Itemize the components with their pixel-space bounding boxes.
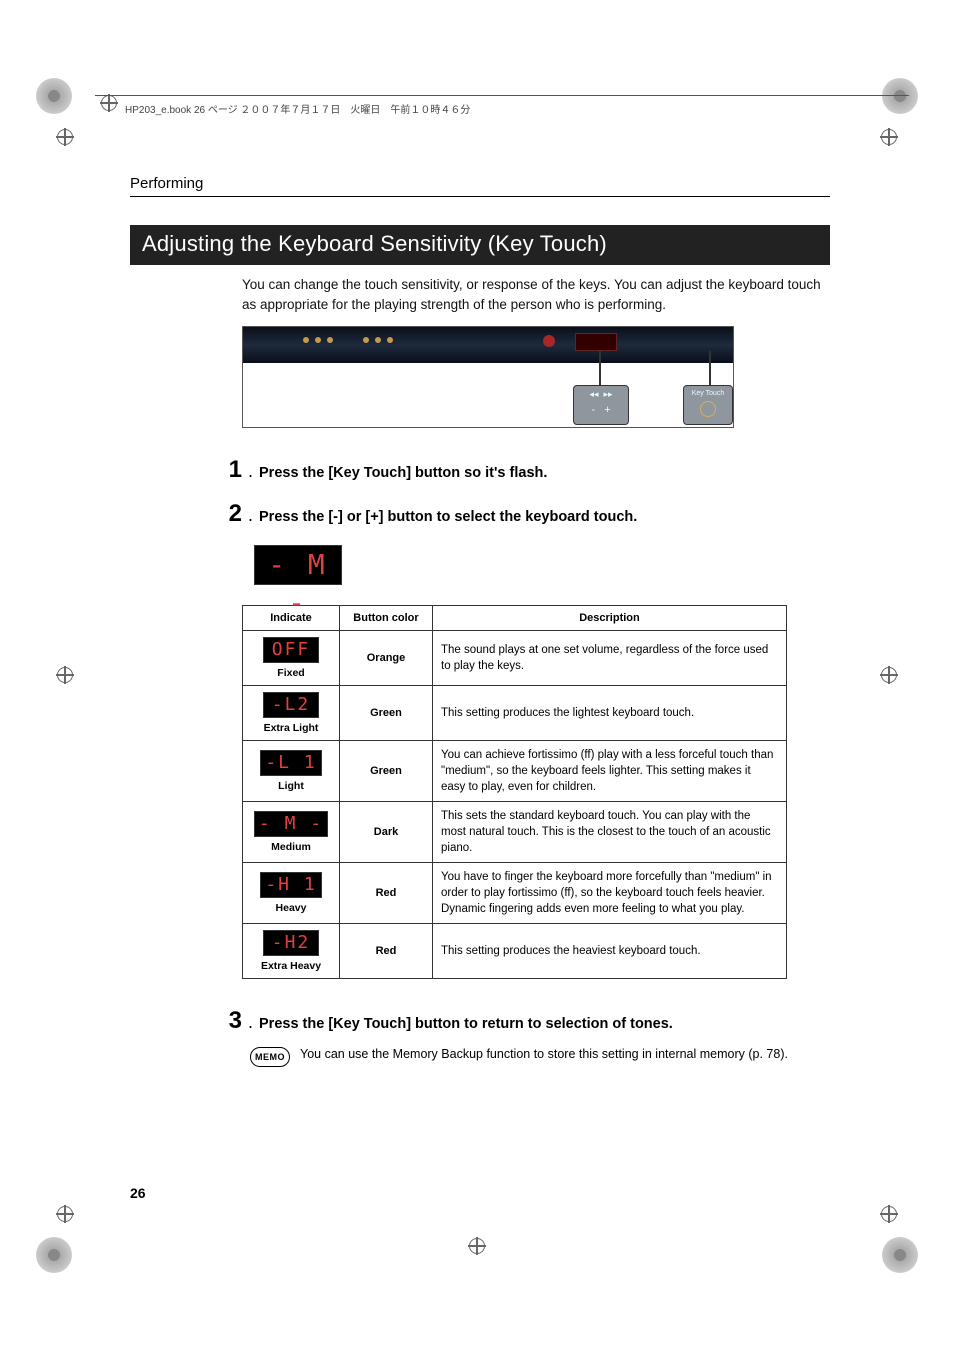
- registration-corner: [36, 1237, 72, 1273]
- indicate-label: Heavy: [251, 902, 331, 914]
- description: You can achieve fortissimo (ff) play wit…: [433, 740, 787, 801]
- page-number: 26: [130, 1185, 146, 1201]
- lcd-display: - M -: [254, 545, 342, 585]
- registration-cross: [880, 666, 898, 684]
- indicate-label: Light: [251, 780, 331, 792]
- table-row: -L2 Extra Light Green This setting produc…: [243, 685, 787, 740]
- indicate-display: - M -: [254, 811, 328, 837]
- step-dot: .: [248, 504, 253, 527]
- description: This setting produces the heaviest keybo…: [433, 924, 787, 979]
- memo-badge: MEMO: [250, 1047, 290, 1067]
- step-2-text: Press the [-] or [+] button to select th…: [259, 507, 830, 527]
- indicate-display: -H2: [263, 930, 319, 956]
- button-color: Dark: [340, 801, 433, 862]
- next-icon: ▸▸: [604, 389, 613, 399]
- table-row: -H 1 Heavy Red You have to finger the key…: [243, 863, 787, 924]
- indicate-label: Medium: [251, 841, 331, 853]
- indicate-display: -L2: [263, 692, 319, 718]
- step-3-text: Press the [Key Touch] button to return t…: [259, 1014, 830, 1034]
- header-booktext: HP203_e.book 26 ページ ２００７年７月１７日 火曜日 午前１０時…: [125, 101, 470, 116]
- step-dot: .: [248, 1011, 253, 1034]
- key-touch-label: Key Touch: [684, 390, 732, 397]
- registration-cross: [56, 666, 74, 684]
- registration-corner: [882, 1237, 918, 1273]
- registration-cross: [56, 128, 74, 146]
- registration-corner: [36, 78, 72, 114]
- step-number-1: 1: [210, 458, 242, 482]
- indicate-label: Extra Heavy: [251, 960, 331, 972]
- registration-cross: [880, 128, 898, 146]
- button-color: Green: [340, 685, 433, 740]
- keytouch-table: Indicate Button color Description OFF Fix…: [242, 605, 787, 979]
- button-color: Green: [340, 740, 433, 801]
- table-row: -H2 Extra Heavy Red This setting produces…: [243, 924, 787, 979]
- step-1-text: Press the [Key Touch] button so it's fla…: [259, 463, 830, 483]
- indicate-display: OFF: [263, 637, 319, 663]
- button-color: Red: [340, 924, 433, 979]
- indicate-display: -L 1: [260, 750, 321, 776]
- step-dot: .: [248, 460, 253, 483]
- callout-keytouch: Key Touch: [683, 385, 733, 425]
- table-header-row: Indicate Button color Description: [243, 605, 787, 630]
- registration-cross: [880, 1205, 898, 1223]
- section-title: Adjusting the Keyboard Sensitivity (Key …: [130, 225, 830, 265]
- intro-paragraph: You can change the touch sensitivity, or…: [242, 275, 830, 314]
- indicate-label: Fixed: [251, 667, 331, 679]
- callout-plusminus: ◂◂ ▸▸ - +: [573, 385, 629, 425]
- table-row: -L 1 Light Green You can achieve fortissi…: [243, 740, 787, 801]
- table-row: OFF Fixed Orange The sound plays at one s…: [243, 630, 787, 685]
- th-description: Description: [433, 605, 787, 630]
- prev-icon: ◂◂: [589, 389, 598, 399]
- running-head: Performing: [130, 175, 830, 197]
- description: This sets the standard keyboard touch. Y…: [433, 801, 787, 862]
- step-number-3: 3: [210, 1009, 242, 1033]
- th-button-color: Button color: [340, 605, 433, 630]
- header-rule: [95, 95, 909, 96]
- plus-icon: +: [604, 404, 610, 416]
- description: This setting produces the lightest keybo…: [433, 685, 787, 740]
- button-color: Orange: [340, 630, 433, 685]
- memo-text: You can use the Memory Backup function t…: [300, 1045, 830, 1064]
- keyboard-panel-illustration: ◂◂ ▸▸ - + Key Touch: [242, 326, 734, 428]
- registration-cross: [468, 1237, 486, 1255]
- description: The sound plays at one set volume, regar…: [433, 630, 787, 685]
- indicate-display: -H 1: [260, 872, 321, 898]
- button-color: Red: [340, 863, 433, 924]
- registration-corner: [882, 78, 918, 114]
- step-number-2: 2: [210, 502, 242, 526]
- indicate-label: Extra Light: [251, 722, 331, 734]
- registration-cross: [56, 1205, 74, 1223]
- description: You have to finger the keyboard more for…: [433, 863, 787, 924]
- registration-cross: [100, 94, 118, 112]
- minus-icon: -: [591, 404, 595, 416]
- table-row: - M - Medium Dark This sets the standard …: [243, 801, 787, 862]
